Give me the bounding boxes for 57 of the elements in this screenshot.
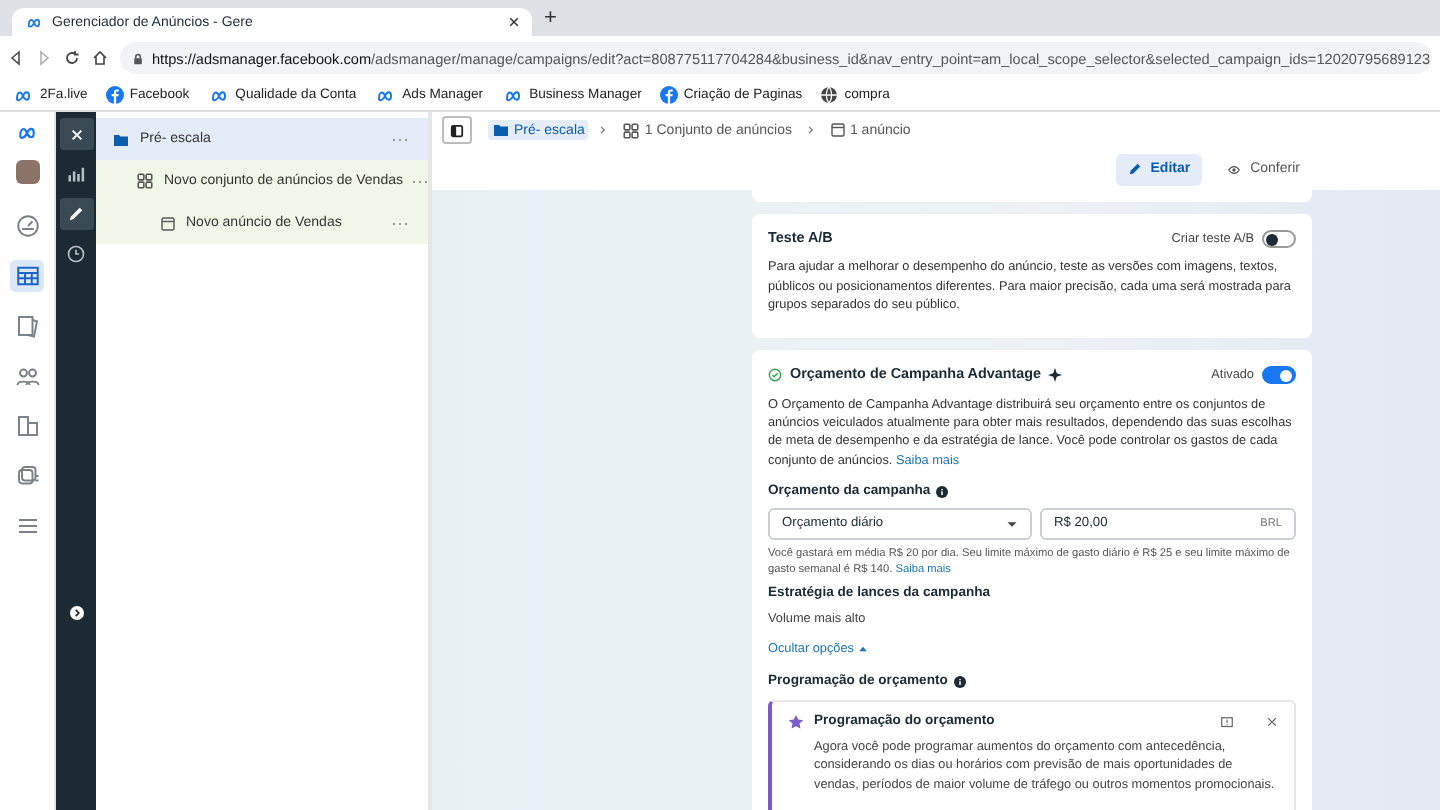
panel-toggle-button[interactable] [442,116,472,144]
meta-logo-icon [207,87,230,103]
grid-icon [622,121,641,139]
panel-icon [450,123,464,137]
feedback-icon [1220,715,1234,730]
table-icon [15,264,39,288]
info-icon [953,676,966,689]
meta-logo-icon [12,87,34,103]
stack-icon [15,464,39,488]
menu-icon [15,514,39,538]
clock-icon [66,244,86,264]
folder-icon [112,131,130,147]
documents-icon [15,414,39,438]
meta-logo-icon [374,87,397,103]
gauge-icon [15,214,39,238]
tool-rail-item[interactable] [59,198,93,230]
pages-icon [15,314,39,338]
close-icon [69,127,83,141]
meta-logo-icon [501,87,524,103]
more-icon [392,219,408,227]
home-icon [92,50,108,66]
new-tab-button[interactable]: + [544,6,557,30]
eye-icon [1226,163,1243,175]
caret-up-icon [857,646,868,653]
pencil-icon [1128,162,1143,176]
avatar[interactable] [15,160,39,184]
window-icon [160,215,176,231]
grid-icon [136,172,154,190]
check-circle-icon [768,368,782,382]
expand-icon [69,606,83,620]
chart-icon [66,164,86,184]
facebook-icon [105,86,124,104]
info-icon [936,485,949,498]
more-icon [392,135,408,143]
pencil-icon [66,204,86,224]
people-icon [15,364,39,388]
chevron-icon [805,124,816,136]
caret-icon [1006,519,1018,528]
window-icon [829,122,846,138]
lock-icon [132,51,144,65]
toggle-switch[interactable] [1262,229,1296,248]
close-icon [1266,716,1278,729]
reload-icon [64,50,80,66]
globe-icon [820,86,839,104]
forward-icon [36,50,52,66]
sparkle-icon [1047,368,1062,382]
facebook-icon [659,86,678,104]
close-icon [508,16,520,28]
meta-logo-icon [14,124,40,142]
chevron-icon [598,124,609,136]
close-button[interactable] [59,118,93,150]
star-icon [788,714,804,731]
nav-rail-item[interactable] [10,260,44,292]
meta-logo-icon [24,15,44,29]
toggle-switch[interactable] [1262,366,1296,384]
back-icon [8,50,24,66]
folder-icon [492,122,510,138]
